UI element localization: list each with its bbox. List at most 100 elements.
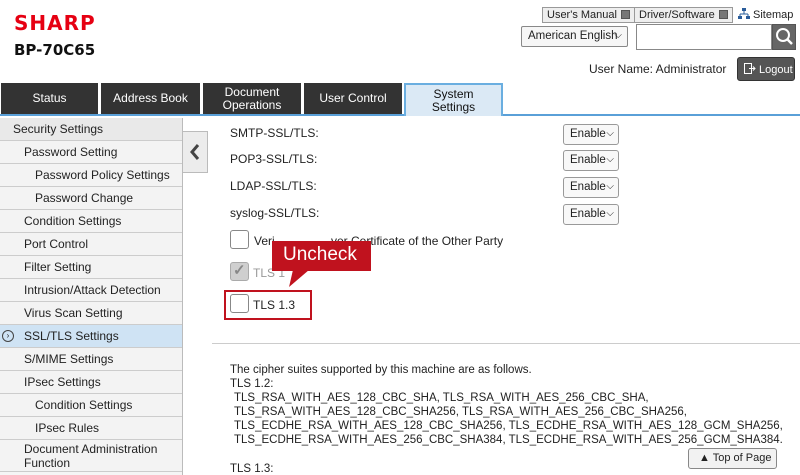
- sidebar-item-label: Password Setting: [24, 145, 118, 159]
- sidebar-item-label: Document Administration Function: [24, 442, 158, 470]
- external-link-icon: [620, 10, 630, 19]
- chevron-down-icon: ⌵: [606, 208, 614, 219]
- pop3-ssl-select[interactable]: Enable ⌵: [563, 150, 619, 171]
- tab-system-settings[interactable]: System Settings: [404, 83, 503, 116]
- sitemap-icon: [738, 8, 750, 19]
- sidebar-item-label: Filter Setting: [24, 260, 92, 274]
- chevron-down-icon: ⌵: [606, 181, 614, 192]
- sidebar-item-ipsec-settings[interactable]: IPsec Settings: [0, 371, 182, 394]
- ldap-ssl-select[interactable]: Enable ⌵: [563, 177, 619, 198]
- sidebar-item-label: IPsec Settings: [24, 375, 101, 389]
- sidebar-item-document-administration[interactable]: Document Administration Function: [0, 440, 182, 472]
- sidebar-item-condition-settings[interactable]: Condition Settings: [0, 210, 182, 233]
- sitemap-link[interactable]: Sitemap: [738, 8, 793, 21]
- tab-label: Address Book: [113, 91, 188, 105]
- sidebar-item-label: Password Policy Settings: [35, 168, 170, 182]
- syslog-label: syslog-SSL/TLS:: [230, 206, 320, 220]
- language-value: American English: [528, 30, 618, 42]
- section-divider: [212, 343, 800, 344]
- select-value: Enable: [570, 181, 606, 193]
- syslog-ssl-select[interactable]: Enable ⌵: [563, 204, 619, 225]
- sitemap-label: Sitemap: [753, 9, 794, 21]
- sidebar-item-filter-setting[interactable]: Filter Setting: [0, 256, 182, 279]
- uncheck-callout: Uncheck: [272, 241, 371, 271]
- triangle-up-icon: ▲: [699, 452, 710, 464]
- sidebar-item-label: Condition Settings: [24, 214, 122, 228]
- sidebar-item-label: Intrusion/Attack Detection: [24, 283, 161, 297]
- tab-address-book[interactable]: Address Book: [101, 83, 200, 114]
- sidebar-item-label: S/MIME Settings: [24, 352, 114, 366]
- sidebar-item-security-settings[interactable]: Security Settings: [0, 118, 182, 141]
- top-of-page-button[interactable]: ▲ Top of Page: [688, 448, 777, 469]
- sidebar-item-password-change[interactable]: Password Change: [0, 187, 182, 210]
- select-value: Enable: [570, 208, 606, 220]
- sidebar-item-port-control[interactable]: Port Control: [0, 233, 182, 256]
- sidebar-item-virus-scan-setting[interactable]: Virus Scan Setting: [0, 302, 182, 325]
- current-page-icon: ›: [2, 330, 14, 342]
- tab-label: Status: [32, 91, 67, 105]
- cipher-tls12-line: TLS_RSA_WITH_AES_128_CBC_SHA, TLS_RSA_WI…: [234, 392, 649, 404]
- cipher-tls12-heading: TLS 1.2:: [230, 378, 274, 390]
- checkmark-icon: ✓: [233, 262, 246, 279]
- sharp-logo[interactable]: SHARP: [14, 11, 96, 35]
- logout-label: Logout: [759, 64, 793, 76]
- tab-document-operations[interactable]: Document Operations: [203, 83, 301, 114]
- sidebar-item-ssl-tls-settings[interactable]: › SSL/TLS Settings: [0, 325, 182, 348]
- select-value: Enable: [570, 154, 606, 166]
- select-value: Enable: [570, 128, 606, 140]
- language-select[interactable]: American English ⌵: [521, 26, 628, 47]
- callout-pointer: [281, 270, 309, 287]
- users-manual-link[interactable]: User's Manual: [542, 7, 635, 23]
- chevron-left-icon: [190, 144, 200, 160]
- cipher-tls13-heading: TLS 1.3:: [230, 463, 274, 475]
- search-icon: [776, 28, 793, 45]
- search-input[interactable]: [636, 24, 772, 50]
- search-button[interactable]: [772, 24, 796, 50]
- driver-software-link[interactable]: Driver/Software: [634, 7, 733, 23]
- pop3-label: POP3-SSL/TLS:: [230, 152, 318, 166]
- tab-label: System Settings: [431, 86, 476, 114]
- chevron-down-icon: ⌵: [614, 30, 622, 41]
- smtp-ssl-select[interactable]: Enable ⌵: [563, 124, 619, 145]
- cipher-tls12-line: TLS_RSA_WITH_AES_128_CBC_SHA256, TLS_RSA…: [234, 406, 687, 418]
- tls12-checkbox[interactable]: ✓: [230, 262, 249, 281]
- top-of-page-label: Top of Page: [712, 452, 772, 464]
- sidebar-item-label: IPsec Rules: [35, 421, 100, 435]
- sidebar-item-ipsec-rules[interactable]: IPsec Rules: [0, 417, 182, 440]
- cipher-tls12-line: TLS_ECDHE_RSA_WITH_AES_256_CBC_SHA384, T…: [234, 434, 783, 446]
- sidebar-item-ipsec-condition-settings[interactable]: Condition Settings: [0, 394, 182, 417]
- verify-certificate-checkbox[interactable]: [230, 230, 249, 249]
- users-manual-label: User's Manual: [547, 9, 617, 21]
- tab-user-control[interactable]: User Control: [304, 83, 402, 114]
- driver-software-label: Driver/Software: [639, 9, 715, 21]
- model-name: BP-70C65: [14, 41, 96, 59]
- sidebar-item-label: Virus Scan Setting: [24, 306, 123, 320]
- sidebar-item-label: Password Change: [35, 191, 134, 205]
- smtp-label: SMTP-SSL/TLS:: [230, 126, 319, 140]
- tab-label: Document Operations: [222, 84, 282, 112]
- logout-button[interactable]: Logout: [737, 57, 795, 81]
- tab-label: User Control: [319, 91, 387, 105]
- sidebar-item-password-setting[interactable]: Password Setting: [0, 141, 182, 164]
- logout-icon: [744, 63, 756, 74]
- external-link-icon: [718, 10, 728, 19]
- sidebar-item-password-policy-settings[interactable]: Password Policy Settings: [0, 164, 182, 187]
- user-name: User Name: Administrator: [589, 62, 727, 76]
- sidebar-item-label: Condition Settings: [35, 398, 133, 412]
- tab-status[interactable]: Status: [1, 83, 98, 114]
- main-tabs: Status Address Book Document Operations …: [0, 83, 800, 116]
- sidebar: Security Settings Password Setting Passw…: [0, 118, 183, 475]
- chevron-down-icon: ⌵: [606, 154, 614, 165]
- tls13-highlight-box: [224, 290, 312, 320]
- cipher-intro: The cipher suites supported by this mach…: [230, 364, 532, 376]
- header: SHARP BP-70C65 User's Manual Driver/Soft…: [0, 0, 800, 83]
- collapse-sidebar-button[interactable]: [183, 131, 208, 173]
- sidebar-item-intrusion-attack-detection[interactable]: Intrusion/Attack Detection: [0, 279, 182, 302]
- sidebar-item-label: SSL/TLS Settings: [24, 329, 119, 343]
- chevron-down-icon: ⌵: [606, 128, 614, 139]
- cipher-tls12-line: TLS_ECDHE_RSA_WITH_AES_128_CBC_SHA256, T…: [234, 420, 783, 432]
- sidebar-item-label: Port Control: [24, 237, 89, 251]
- sidebar-item-label: Security Settings: [13, 122, 104, 136]
- ldap-label: LDAP-SSL/TLS:: [230, 179, 317, 193]
- sidebar-item-smime-settings[interactable]: S/MIME Settings: [0, 348, 182, 371]
